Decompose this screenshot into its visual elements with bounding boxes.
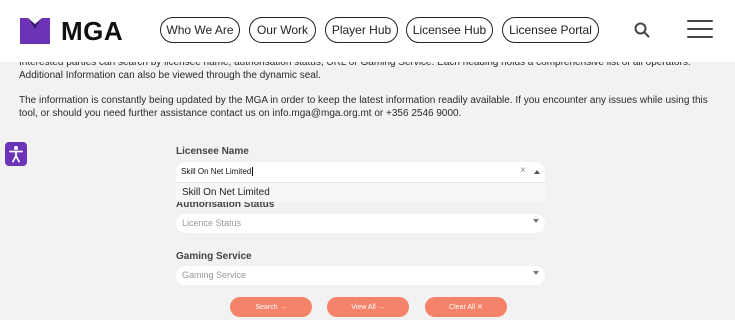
mga-logo[interactable]: MGA [18, 14, 123, 48]
mga-logo-icon [20, 18, 50, 44]
site-header: MGA Who We Are Our Work Player Hub Licen… [0, 0, 735, 62]
chevron-up-icon[interactable] [534, 170, 540, 174]
gaming-service-label: Gaming Service [176, 251, 252, 262]
info-paragraph: The information is constantly being upda… [19, 95, 708, 119]
chevron-down-icon [533, 219, 539, 223]
licensee-name-input[interactable]: Skill On Net Limited × [176, 162, 545, 182]
nav-our-work[interactable]: Our Work [249, 17, 316, 43]
clear-input-icon[interactable]: × [520, 165, 526, 176]
nav-player-hub[interactable]: Player Hub [325, 17, 398, 43]
gaming-service-placeholder: Gaming Service [182, 270, 247, 280]
licence-status-placeholder: Licence Status [182, 218, 242, 228]
licence-status-select[interactable]: Licence Status [176, 214, 545, 233]
nav-licensee-portal[interactable]: Licensee Portal [502, 17, 599, 43]
nav-licensee-hub[interactable]: Licensee Hub [406, 17, 493, 43]
licensee-name-label: Licensee Name [176, 146, 249, 157]
chevron-down-icon [533, 271, 539, 275]
intro-paragraph: Interested parties can search by license… [19, 62, 691, 81]
hamburger-menu-icon[interactable] [687, 20, 713, 40]
licensee-suggestion-dropdown: Skill On Net Limited [176, 182, 545, 202]
suggestion-option[interactable]: Skill On Net Limited [182, 187, 270, 198]
search-icon[interactable] [633, 21, 651, 39]
accessibility-icon [9, 146, 23, 163]
licensee-name-value: Skill On Net Limited [181, 167, 254, 177]
nav-who-we-are[interactable]: Who We Are [160, 17, 240, 43]
licensee-search-section: Interested parties can search by license… [0, 62, 735, 320]
accessibility-button[interactable] [5, 142, 27, 166]
clear-all-button[interactable]: Clear All ✕ [425, 297, 507, 317]
gaming-service-select[interactable]: Gaming Service [176, 266, 545, 285]
brand-name: MGA [61, 15, 124, 46]
search-button[interactable]: Search → [230, 297, 312, 317]
view-all-button[interactable]: View All → [327, 297, 409, 317]
